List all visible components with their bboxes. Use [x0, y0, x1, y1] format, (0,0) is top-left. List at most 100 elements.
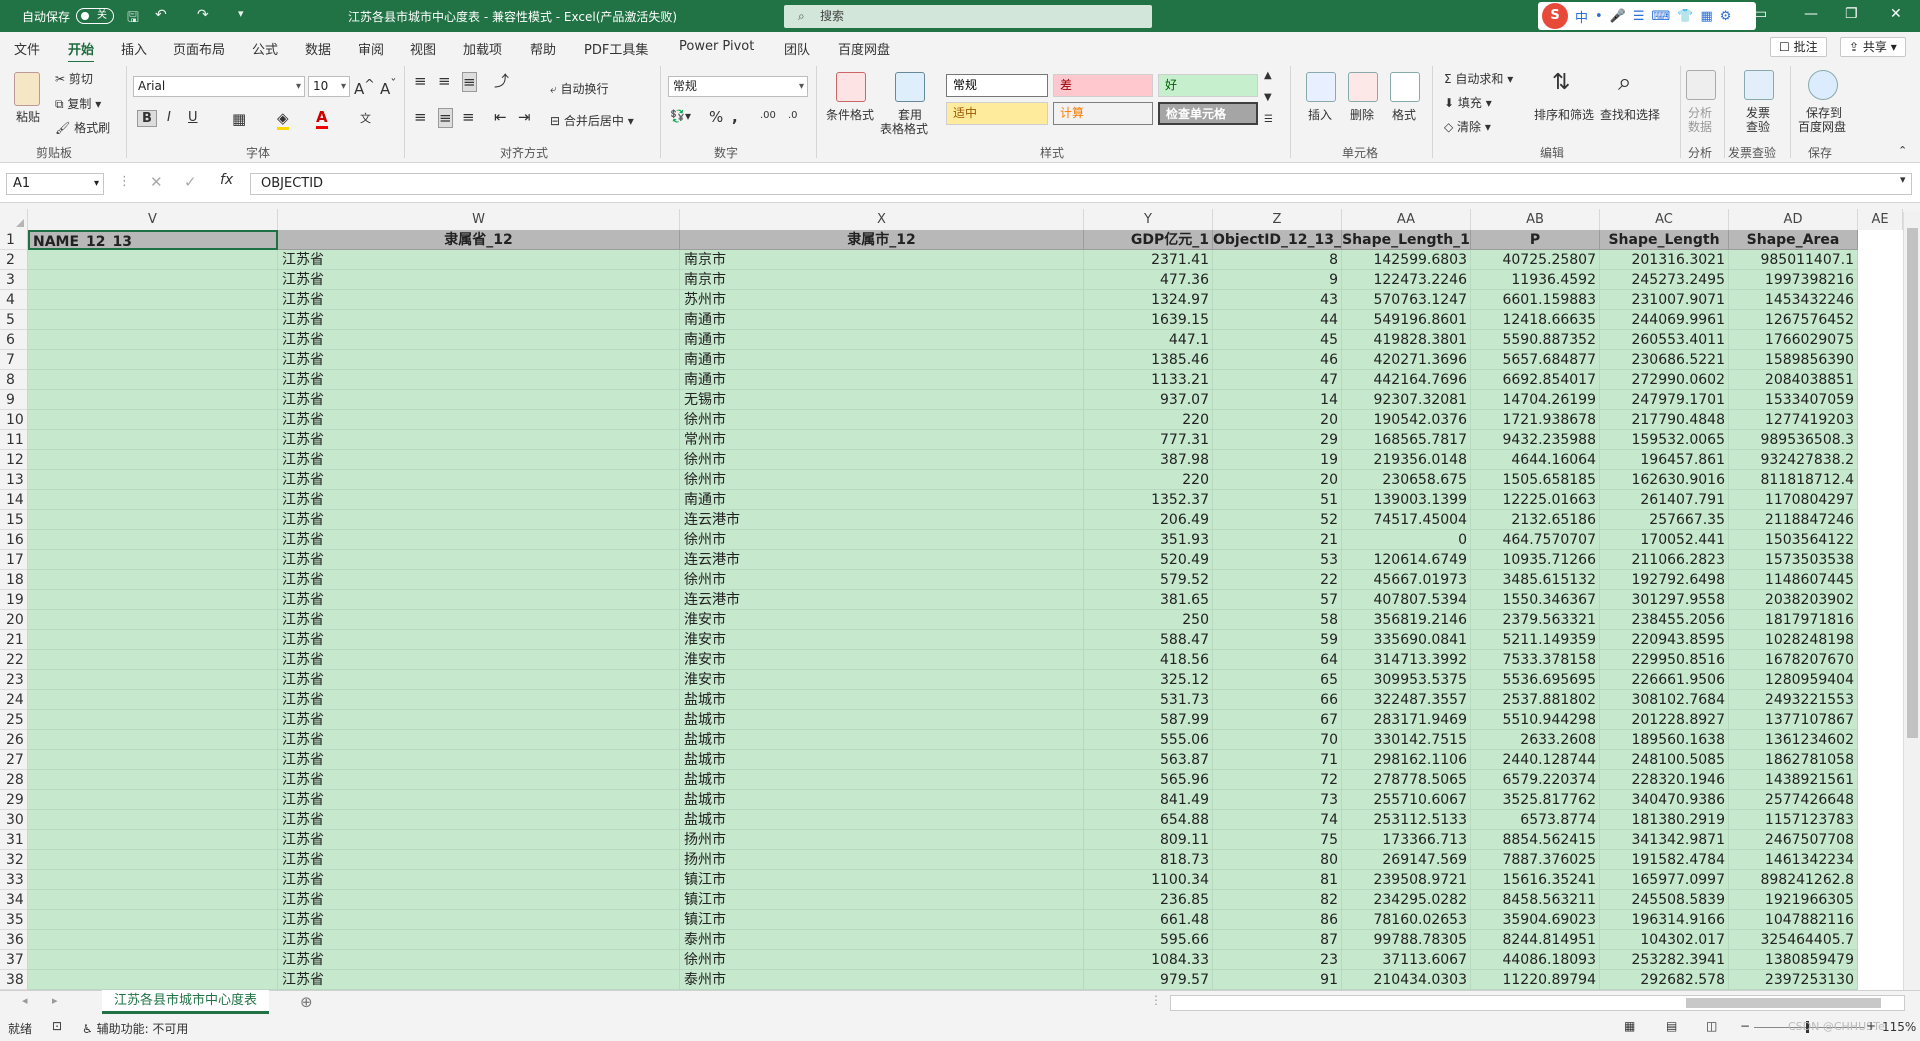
row-header[interactable]: 28	[0, 770, 28, 790]
tab-addins[interactable]: 加载项	[463, 39, 502, 58]
name-box[interactable]: A1 ▾	[6, 173, 104, 195]
cell-city[interactable]: 徐州市	[680, 950, 1084, 970]
cell-shape-area[interactable]: 1047882116	[1729, 910, 1858, 930]
cell-gdp[interactable]: 351.93	[1084, 530, 1213, 550]
cell-city[interactable]: 盐城市	[680, 710, 1084, 730]
cell-shape-length-1[interactable]: 269147.569	[1342, 850, 1471, 870]
cell-province[interactable]: 江苏省	[278, 330, 680, 350]
cell-shape-length-1[interactable]: 219356.0148	[1342, 450, 1471, 470]
cell-p[interactable]: 5510.944298	[1471, 710, 1600, 730]
save-icon[interactable]: 🖫	[127, 7, 139, 31]
settings-icon[interactable]: ⚙	[1720, 9, 1732, 24]
cell-shape-area[interactable]: 811818712.4	[1729, 470, 1858, 490]
conditional-format-button[interactable]: 条件格式	[826, 106, 874, 123]
cell-gdp[interactable]: 579.52	[1084, 570, 1213, 590]
cell-shape-length[interactable]: 217790.4848	[1600, 410, 1729, 430]
cell-name[interactable]	[28, 910, 278, 930]
align-top-icon[interactable]: ≡	[414, 72, 427, 90]
autosum-button[interactable]: Σ 自动求和 ▾	[1444, 70, 1513, 87]
cell-province[interactable]: 江苏省	[278, 630, 680, 650]
cell-objectid[interactable]: 9	[1213, 270, 1342, 290]
cell-province[interactable]: 江苏省	[278, 490, 680, 510]
conditional-format-icon[interactable]	[836, 72, 866, 102]
cell-p[interactable]: 5536.695695	[1471, 670, 1600, 690]
cell-city[interactable]: 连云港市	[680, 590, 1084, 610]
cell-gdp[interactable]: 1084.33	[1084, 950, 1213, 970]
cell-province[interactable]: 江苏省	[278, 270, 680, 290]
row-header[interactable]: 16	[0, 530, 28, 550]
cell-province[interactable]: 江苏省	[278, 430, 680, 450]
redo-icon[interactable]: ↷	[197, 7, 209, 23]
cell-p[interactable]: 2537.881802	[1471, 690, 1600, 710]
find-select-icon[interactable]: ⌕	[1618, 68, 1631, 96]
tab-insert[interactable]: 插入	[121, 39, 147, 58]
cell-city[interactable]: 苏州市	[680, 290, 1084, 310]
cell-name[interactable]	[28, 870, 278, 890]
table-format-line2[interactable]: 表格格式	[880, 120, 928, 137]
row-header[interactable]: 8	[0, 370, 28, 390]
cell-objectid[interactable]: 29	[1213, 430, 1342, 450]
cell-p[interactable]: 1505.658185	[1471, 470, 1600, 490]
cell-p[interactable]: 5657.684877	[1471, 350, 1600, 370]
cell-name[interactable]	[28, 290, 278, 310]
cell-province[interactable]: 江苏省	[278, 590, 680, 610]
cell-name[interactable]	[28, 250, 278, 270]
vertical-scrollbar[interactable]	[1903, 212, 1920, 990]
cell-city[interactable]: 盐城市	[680, 750, 1084, 770]
cell-city[interactable]: 连云港市	[680, 510, 1084, 530]
cell-shape-length[interactable]: 257667.35	[1600, 510, 1729, 530]
insert-function-icon[interactable]: fx	[220, 172, 233, 188]
row-header[interactable]: 13	[0, 470, 28, 490]
row-header[interactable]: 2	[0, 250, 28, 270]
cell-shape-length[interactable]: 245508.5839	[1600, 890, 1729, 910]
zoom-in-icon[interactable]: +	[1866, 1019, 1876, 1033]
row-header[interactable]: 38	[0, 970, 28, 990]
row-header[interactable]: 30	[0, 810, 28, 830]
split-handle-icon[interactable]: ⋮	[1150, 993, 1162, 1007]
cell-objectid[interactable]: 81	[1213, 870, 1342, 890]
cell-city[interactable]: 镇江市	[680, 890, 1084, 910]
tab-pdf-tools[interactable]: PDF工具集	[584, 39, 648, 58]
column-header-z[interactable]: Z	[1213, 209, 1342, 230]
cell-header-p[interactable]: P	[1471, 230, 1600, 250]
cell-province[interactable]: 江苏省	[278, 510, 680, 530]
cell-shape-area[interactable]: 1157123783	[1729, 810, 1858, 830]
cell-p[interactable]: 4644.16064	[1471, 450, 1600, 470]
cell-gdp[interactable]: 1324.97	[1084, 290, 1213, 310]
row-header[interactable]: 10	[0, 410, 28, 430]
cell-city[interactable]: 淮安市	[680, 650, 1084, 670]
cell-province[interactable]: 江苏省	[278, 370, 680, 390]
insert-cells-icon[interactable]	[1306, 72, 1336, 102]
cell-province[interactable]: 江苏省	[278, 410, 680, 430]
row-header[interactable]: 21	[0, 630, 28, 650]
style-normal[interactable]: 常规	[946, 74, 1048, 97]
row-header[interactable]: 17	[0, 550, 28, 570]
cell-shape-area[interactable]: 1438921561	[1729, 770, 1858, 790]
vertical-scroll-thumb[interactable]	[1907, 228, 1918, 738]
analyze-data-icon[interactable]	[1686, 70, 1716, 100]
cell-shape-length-1[interactable]: 230658.675	[1342, 470, 1471, 490]
cell-name[interactable]	[28, 530, 278, 550]
cell-shape-length[interactable]: 189560.1638	[1600, 730, 1729, 750]
cell-name[interactable]	[28, 810, 278, 830]
comments-button[interactable]: ☐ 批注	[1770, 37, 1827, 57]
cell-shape-length[interactable]: 261407.791	[1600, 490, 1729, 510]
cell-province[interactable]: 江苏省	[278, 910, 680, 930]
cell-name[interactable]	[28, 890, 278, 910]
horizontal-scroll-thumb[interactable]	[1686, 998, 1881, 1008]
cell-objectid[interactable]: 43	[1213, 290, 1342, 310]
cell-city[interactable]: 徐州市	[680, 450, 1084, 470]
row-header[interactable]: 14	[0, 490, 28, 510]
cell-shape-length[interactable]: 260553.4011	[1600, 330, 1729, 350]
style-neutral[interactable]: 适中	[946, 102, 1048, 125]
invoice-check-icon[interactable]	[1744, 70, 1774, 100]
delete-cells-icon[interactable]	[1348, 72, 1378, 102]
enter-icon[interactable]: ✓	[184, 173, 197, 191]
increase-font-icon[interactable]: A^	[354, 76, 375, 98]
row-header[interactable]: 34	[0, 890, 28, 910]
cell-shape-area[interactable]: 1589856390	[1729, 350, 1858, 370]
row-header[interactable]: 27	[0, 750, 28, 770]
cell-header-province[interactable]: 隶属省_12	[278, 230, 680, 250]
cell-city[interactable]: 南京市	[680, 250, 1084, 270]
cell-city[interactable]: 常州市	[680, 430, 1084, 450]
